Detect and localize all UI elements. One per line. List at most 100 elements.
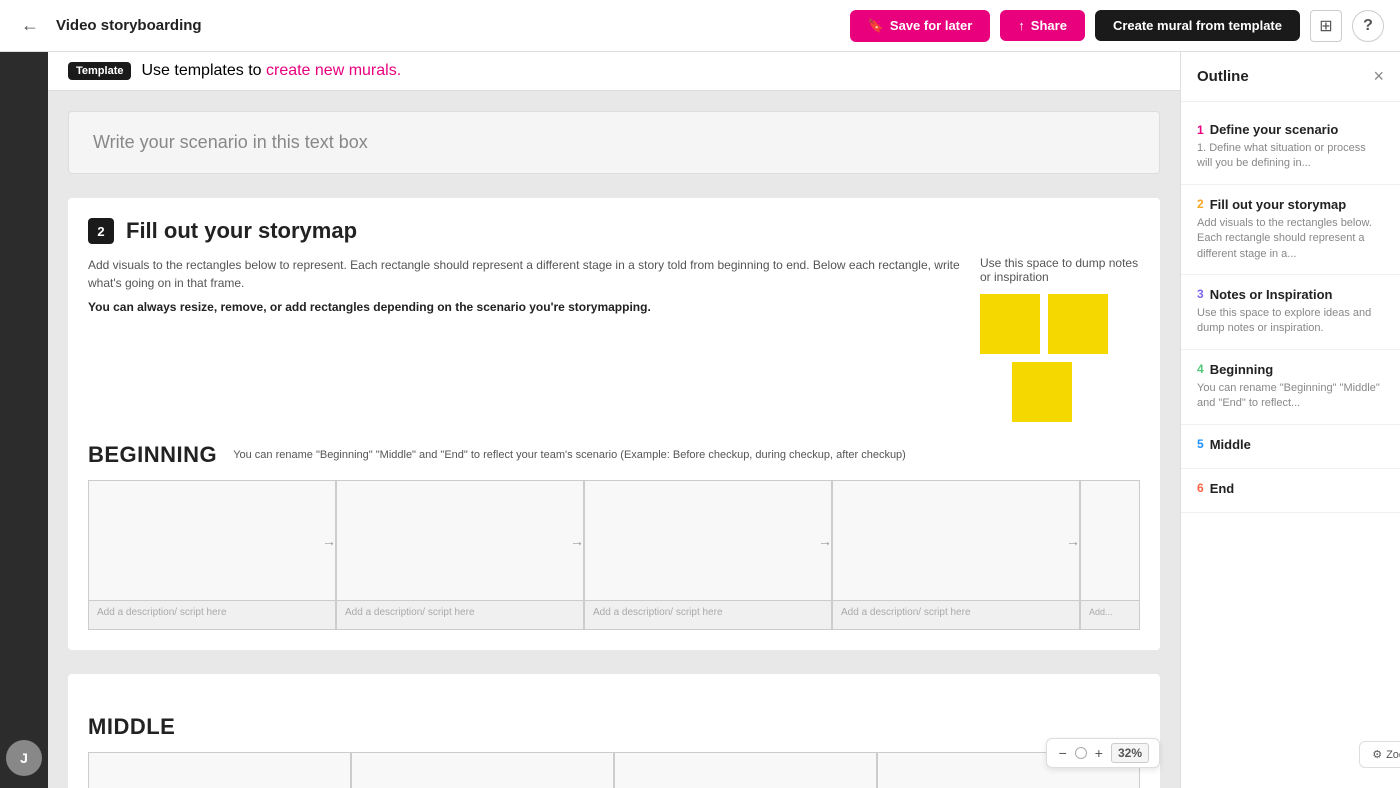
scenario-text: Write your scenario in this text box [93,132,368,152]
storymap-section: 2 Fill out your storymap Add visuals to … [68,198,1160,650]
grid-icon: ⊞ [1319,16,1332,36]
frame-1[interactable]: → Add a description/ script here [88,480,336,630]
left-sidebar: J [0,52,48,788]
outline-panel: Outline × 1 Define your scenario 1. Defi… [1180,52,1400,788]
help-icon: ? [1363,17,1373,35]
beginning-header: BEGINNING You can rename "Beginning" "Mi… [88,442,1140,468]
outline-item-5-header: 5 Middle [1197,437,1384,452]
storymap-header: 2 Fill out your storymap [88,218,1140,244]
topbar-actions: 🔖 Save for later ↑ Share Create mural fr… [850,10,1384,42]
zoom-bar: − + 32% [1046,738,1160,768]
outline-item-4-num: 4 [1197,362,1204,376]
zoom-in-button[interactable]: + [1093,745,1105,761]
middle-arrow-1: → [337,785,351,788]
template-banner: Template Use templates to create new mur… [48,52,1180,91]
topbar: ← Video storyboarding 🔖 Save for later ↑… [0,0,1400,52]
create-mural-button[interactable]: Create mural from template [1095,10,1300,41]
sticky-note[interactable] [1012,362,1072,422]
frame-4[interactable]: → Add a description/ script here [832,480,1080,630]
outline-item-4[interactable]: 4 Beginning You can rename "Beginning" "… [1181,350,1400,425]
arrow-icon-2: → [570,533,584,549]
frame-2[interactable]: → Add a description/ script here [336,480,584,630]
arrow-icon-3: → [818,533,832,549]
frame-desc-2[interactable]: Add a description/ script here [337,601,583,629]
middle-frame-1[interactable]: → [88,752,351,788]
outline-item-2-desc: Add visuals to the rectangles below. Eac… [1197,216,1384,262]
save-button[interactable]: 🔖 Save for later [850,10,991,42]
zoom-out-button[interactable]: − [1057,745,1069,761]
outline-item-6-header: 6 End [1197,481,1384,496]
arrow-icon-4: → [1066,533,1080,549]
middle-frames-row: → → → [88,752,1140,788]
outline-header: Outline × [1181,52,1400,102]
middle-header: MIDDLE [88,714,1140,740]
middle-frame-3[interactable]: → [614,752,877,788]
middle-section: MIDDLE → → [68,674,1160,788]
frame-desc-3[interactable]: Add a description/ script here [585,601,831,629]
middle-title: MIDDLE [88,714,175,740]
page-title: Video storyboarding [56,17,202,34]
outline-item-5-num: 5 [1197,437,1204,451]
main-layout: J Template Use templates to create new m… [0,52,1400,788]
arrow-icon-1: → [322,533,336,549]
back-button[interactable]: ← [16,12,44,40]
frame-box-3: → [585,481,831,601]
outline-item-2-num: 2 [1197,197,1204,211]
outline-item-1-title: Define your scenario [1210,122,1339,137]
outline-item-5[interactable]: 5 Middle [1181,425,1400,469]
outline-item-6-title: End [1210,481,1235,496]
outline-title: Outline [1197,68,1249,85]
outline-item-2[interactable]: 2 Fill out your storymap Add visuals to … [1181,185,1400,275]
middle-frame-box-3: → [615,753,876,788]
storymap-num: 2 [88,218,114,244]
frame-5[interactable]: Add... [1080,480,1140,630]
save-icon: 🔖 [868,18,884,34]
outline-item-1[interactable]: 1 Define your scenario 1. Define what si… [1181,110,1400,185]
topbar-left: ← Video storyboarding [16,12,202,40]
create-murals-link[interactable]: create new murals. [266,62,401,79]
frame-desc-4[interactable]: Add a description/ script here [833,601,1079,629]
storymap-title: Fill out your storymap [126,218,357,244]
outline-item-1-desc: 1. Define what situation or process will… [1197,141,1384,172]
storymap-desc1: Add visuals to the rectangles below to r… [88,256,960,292]
outline-item-3-desc: Use this space to explore ideas and dump… [1197,306,1384,337]
outline-close-button[interactable]: × [1373,66,1384,87]
share-button[interactable]: ↑ Share [1000,10,1085,41]
frame-box-4: → [833,481,1079,601]
frames-row: → Add a description/ script here → Add a… [88,480,1140,630]
help-button[interactable]: ? [1352,10,1384,42]
beginning-desc: You can rename "Beginning" "Middle" and … [233,449,906,461]
middle-frame-box-1: → [89,753,350,788]
storymap-desc2: You can always resize, remove, or add re… [88,298,960,316]
storymap-right: Use this space to dump notes or inspirat… [980,256,1140,422]
outline-item-3-title: Notes or Inspiration [1210,287,1333,302]
outline-item-1-header: 1 Define your scenario [1197,122,1384,137]
frame-3[interactable]: → Add a description/ script here [584,480,832,630]
outline-item-5-title: Middle [1210,437,1251,452]
outline-item-3[interactable]: 3 Notes or Inspiration Use this space to… [1181,275,1400,350]
template-badge: Template [68,62,131,80]
avatar[interactable]: J [6,740,42,776]
canvas-area[interactable]: Write your scenario in this text box 2 F… [48,91,1180,788]
storymap-left: Add visuals to the rectangles below to r… [88,256,960,422]
grid-view-button[interactable]: ⊞ [1310,10,1342,42]
outline-item-4-header: 4 Beginning [1197,362,1384,377]
outline-item-6[interactable]: 6 End [1181,469,1400,513]
outline-item-4-desc: You can rename "Beginning" "Middle" and … [1197,381,1384,412]
storymap-layout: Add visuals to the rectangles below to r… [88,256,1140,422]
sticky-notes [980,294,1140,422]
frame-desc-5[interactable]: Add... [1081,601,1139,629]
scenario-box[interactable]: Write your scenario in this text box [68,111,1160,174]
notes-label: Use this space to dump notes or inspirat… [980,256,1140,284]
canvas-content: Write your scenario in this text box 2 F… [48,91,1180,788]
template-banner-text: Use templates to create new murals. [141,62,401,80]
frame-box-5 [1081,481,1139,601]
middle-frame-2[interactable]: → [351,752,614,788]
outline-item-3-num: 3 [1197,287,1204,301]
frame-desc-1[interactable]: Add a description/ script here [89,601,335,629]
outline-item-6-num: 6 [1197,481,1204,495]
canvas-wrapper: Template Use templates to create new mur… [48,52,1180,788]
sticky-note[interactable] [1048,294,1108,354]
outline-item-2-title: Fill out your storymap [1210,197,1347,212]
sticky-note[interactable] [980,294,1040,354]
